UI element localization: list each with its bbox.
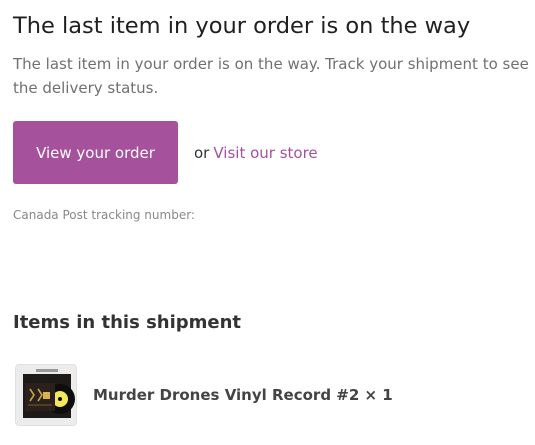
page-subtitle: The last item in your order is on the wa… <box>13 55 529 97</box>
vinyl-record-cover-icon <box>15 364 77 426</box>
shipment-item: Murder Drones Vinyl Record #2 × 1 <box>15 364 393 426</box>
page-title: The last item in your order is on the wa… <box>13 13 471 39</box>
tracking-number-label: Canada Post tracking number: <box>13 208 195 222</box>
shipment-notification: The last item in your order is on the wa… <box>0 0 535 445</box>
visit-store-link[interactable]: Visit our store <box>213 144 317 162</box>
or-separator: or <box>194 143 210 162</box>
action-row: View your order or Visit our store <box>13 121 318 184</box>
view-order-button[interactable]: View your order <box>13 121 178 184</box>
item-name: Murder Drones Vinyl Record #2 × 1 <box>93 386 393 404</box>
shipment-section-title: Items in this shipment <box>13 312 242 333</box>
